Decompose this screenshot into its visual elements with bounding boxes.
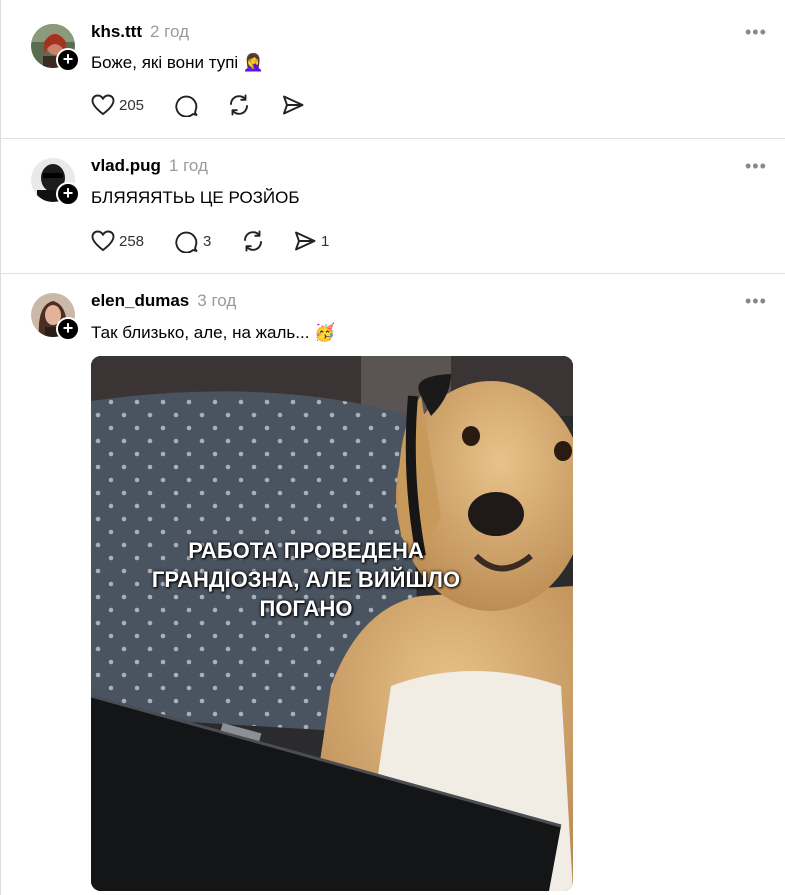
repost-icon [244,230,262,252]
post-header: vlad.pug 1 год [91,156,208,178]
avatar[interactable]: + [31,293,80,341]
more-options-icon[interactable]: ••• [745,22,767,43]
username[interactable]: elen_dumas [91,291,189,311]
post-text: Боже, які вони тупі 🤦‍♀️ [91,53,265,72]
follow-plus-icon[interactable]: + [56,317,80,341]
share-count: 1 [321,232,330,250]
post-text: Так близько, але, на жаль... 🥳 [91,323,336,342]
follow-plus-icon[interactable]: + [56,182,80,206]
repost-icon [230,94,248,116]
meme-caption-line: ПОГАНО [259,596,353,621]
comment-button[interactable] [175,92,227,118]
comment-icon [175,231,198,253]
post-header: khs.ttt 2 год [91,22,189,44]
action-bar: 258 3 1 [91,228,343,254]
heart-icon [91,94,115,116]
comment-button[interactable]: 3 [175,228,241,254]
meme-photo [91,356,573,891]
timestamp: 3 год [197,291,237,310]
repost-button[interactable] [241,228,293,254]
share-button[interactable]: 1 [293,228,343,254]
share-icon [295,231,316,251]
like-count: 205 [119,96,145,114]
post: + vlad.pug 1 год ••• БЛЯЯЯЯТЬЬ ЦЕ РОЗЙОБ… [0,138,785,274]
post-image[interactable]: РАБОТА ПРОВЕДЕНА ГРАНДІОЗНА, АЛЕ ВИЙШЛО … [91,356,573,891]
comment-count: 3 [203,232,212,250]
avatar[interactable]: + [31,158,80,206]
meme-caption-line: РАБОТА ПРОВЕДЕНА [188,538,424,563]
like-button[interactable]: 205 [91,92,175,118]
post-text: БЛЯЯЯЯТЬЬ ЦЕ РОЗЙОБ [91,188,300,207]
post-header: elen_dumas 3 год [91,291,236,313]
share-button[interactable] [281,92,321,118]
like-count: 258 [119,232,145,250]
like-button[interactable]: 258 [91,228,175,254]
repost-button[interactable] [227,92,281,118]
username[interactable]: vlad.pug [91,156,161,176]
timestamp: 1 год [168,156,208,175]
follow-plus-icon[interactable]: + [56,48,80,72]
timestamp: 2 год [150,22,190,41]
meme-caption: РАБОТА ПРОВЕДЕНА ГРАНДІОЗНА, АЛЕ ВИЙШЛО … [91,536,521,623]
action-bar: 205 [91,92,321,118]
heart-icon [91,230,115,252]
avatar[interactable]: + [31,24,80,72]
more-options-icon[interactable]: ••• [745,291,767,312]
username[interactable]: khs.ttt [91,22,142,42]
more-options-icon[interactable]: ••• [745,156,767,177]
meme-caption-line: ГРАНДІОЗНА, АЛЕ ВИЙШЛО [151,567,461,592]
comment-icon [175,95,198,117]
post: + khs.ttt 2 год ••• Боже, які вони тупі … [0,0,785,139]
share-icon [283,95,304,115]
